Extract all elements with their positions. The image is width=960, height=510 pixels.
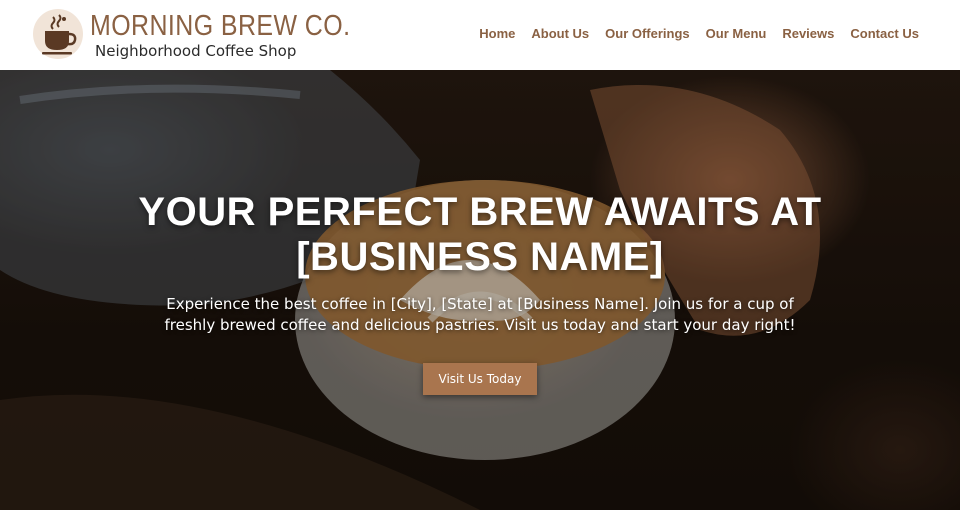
- nav-our-menu[interactable]: Our Menu: [706, 26, 767, 41]
- hero-overlay: [0, 70, 960, 510]
- hero-section: YOUR PERFECT BREW AWAITS AT [BUSINESS NA…: [0, 70, 960, 510]
- hero-description: Experience the best coffee in [City], [S…: [164, 295, 796, 334]
- nav-reviews[interactable]: Reviews: [782, 26, 834, 41]
- nav-contact-us[interactable]: Contact Us: [850, 26, 919, 41]
- nav-home[interactable]: Home: [479, 26, 515, 41]
- main-nav: Home About Us Our Offerings Our Menu Rev…: [479, 26, 919, 41]
- coffee-cup-icon: [33, 9, 83, 59]
- nav-about-us[interactable]: About Us: [531, 26, 589, 41]
- brand-name: MORNING BREW CO.: [90, 10, 351, 42]
- visit-us-button[interactable]: Visit Us Today: [423, 363, 537, 395]
- brand-tagline: Neighborhood Coffee Shop: [95, 42, 297, 60]
- brand-logo[interactable]: MORNING BREW CO. Neighborhood Coffee Sho…: [33, 9, 350, 63]
- hero-title: YOUR PERFECT BREW AWAITS AT [BUSINESS NA…: [138, 190, 822, 279]
- site-header: MORNING BREW CO. Neighborhood Coffee Sho…: [0, 0, 960, 70]
- nav-our-offerings[interactable]: Our Offerings: [605, 26, 690, 41]
